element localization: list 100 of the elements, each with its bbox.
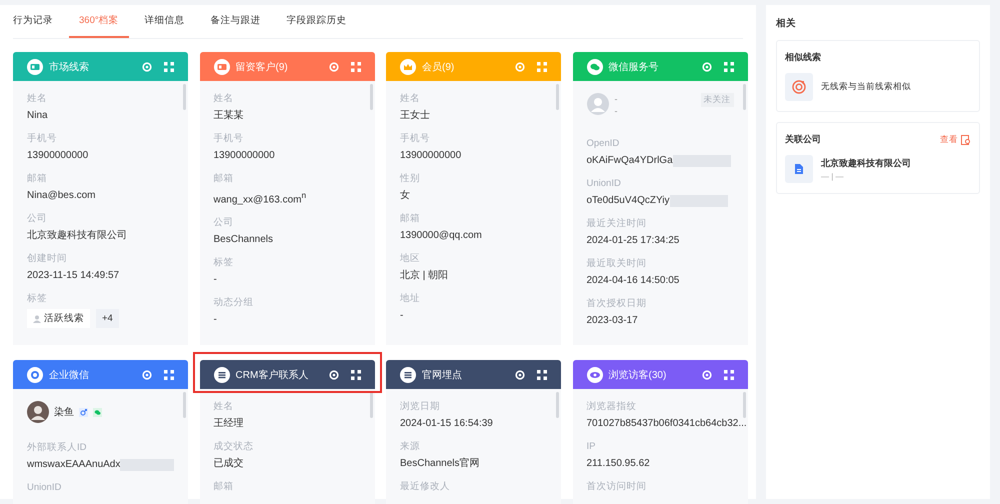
settings-icon[interactable] [702,370,712,380]
contact-name: 染鱼 [54,406,74,419]
field-value: 701027b85437b06f0341cb64cb32... [586,417,747,430]
field-value: 211.150.95.62 [586,457,650,470]
expand-icon[interactable] [537,370,547,380]
settings-icon[interactable] [515,370,525,380]
tab[interactable]: 行为记录 [13,5,63,38]
field-label: 邮箱 [214,173,234,185]
wechat-icon [93,408,102,416]
crown-icon [400,58,416,74]
field-label: 姓名 [214,93,234,105]
expand-icon[interactable] [164,370,174,380]
field-label: 最近关注时间 [586,218,648,230]
tag: +4 [96,309,119,328]
field-label: 浏览日期 [400,401,441,413]
field-value: 北京致趣科技有限公司 [27,229,127,242]
profile-name: - [614,93,618,105]
settings-icon[interactable] [328,370,338,380]
field-value: - [214,273,217,286]
field-value: 北京 | 朝阳 [400,269,448,282]
expand-icon[interactable] [724,370,734,380]
field-value: 2024-04-16 14:50:05 [586,274,680,287]
field-label: 姓名 [27,93,48,105]
card-title: 浏览访客(30) [608,368,668,382]
company-details: — | — [821,172,845,181]
field-value: - [214,313,217,326]
eye-icon [586,366,602,382]
list-icon [214,366,230,382]
expand-icon[interactable] [350,370,360,380]
field-value: wang_xx@163.com$^{n}$ [214,189,306,206]
field-value: 2024-01-15 16:54:39 [400,417,493,430]
field-label: 公司 [214,217,234,230]
field-label: 最近修改人 [400,481,451,493]
company-name: 北京致趣科技有限公司 [821,157,911,170]
field-label: 首次授权日期 [586,298,648,310]
field-label: 来源 [400,441,421,453]
list-icon [400,366,416,382]
field-value: 2023-11-15 14:49:57 [27,269,120,282]
field-value: 2024-01-25 17:34:25 [586,234,680,247]
field-label: 手机号 [27,133,58,145]
field-value: 王经理 [214,417,244,430]
field-value: oKAiFwQa4YDrlGa [586,154,673,167]
field-label: 成交状态 [214,441,254,453]
field-label: 首次访问时间 [586,481,648,493]
field-label: 邮箱 [214,481,234,493]
field-label: 性别 [400,173,421,185]
card-title: 会员(9) [422,60,456,74]
settings-icon[interactable] [142,370,152,380]
field-value: 王女士 [400,109,430,122]
panel-title: 相关 [776,17,797,30]
id-card-icon [27,58,43,74]
field-value: 13900000000 [400,149,462,162]
tag: 活跃线索 [27,309,90,328]
field-label: 邮箱 [27,173,48,185]
field-label: 标签 [27,293,48,305]
id-card-icon [214,58,230,74]
card-title: 关联公司 [785,133,821,146]
field-label: 最近取关时间 [586,258,648,270]
field-label: 姓名 [400,93,421,105]
field-label: UnionID [27,482,62,494]
card-title: 企业微信 [49,368,90,382]
tab[interactable]: 备注与跟进 [200,5,271,38]
field-label: 姓名 [214,401,234,413]
field-label: UnionID [586,178,622,190]
card-title: 市场线索 [49,60,90,74]
tab[interactable]: 字段跟踪历史 [276,5,357,38]
field-value: Nina@bes.com [27,189,96,202]
field-label: 标签 [214,257,234,270]
tab[interactable]: 详细信息 [134,5,195,38]
field-label: 手机号 [400,133,431,145]
field-label: 地区 [400,253,421,265]
field-value: oTe0d5uV4QcZYiy [586,194,670,207]
field-value: 王某某 [214,109,244,122]
card-title: CRM客户联系人 [236,368,310,382]
field-value: 已成交 [214,457,244,470]
field-label: 外部联系人ID [27,442,88,454]
field-label: 手机号 [214,133,244,145]
field-value: BesChannels [214,233,273,246]
card-title: 留资客户(9) [236,60,289,74]
field-label: 地址 [400,293,421,305]
field-label: 浏览器指纹 [586,401,638,413]
field-label: 邮箱 [400,213,421,225]
card-title: 相似线索 [785,51,821,64]
target-icon [792,80,806,94]
field-label: IP [586,441,596,453]
field-label: 动态分组 [214,297,254,310]
field-value: BesChannels官网 [400,457,480,470]
male-icon [79,408,88,416]
avatar-icon [586,93,608,115]
field-value: 2023-03-17 [586,314,638,327]
field-label: 公司 [27,213,48,225]
chat-bubbles-icon [586,58,602,74]
field-value: - [400,309,404,322]
card-title: 官网埋点 [422,368,463,382]
document-search-icon [961,134,971,144]
field-value: wmswaxEAAAnuAdx [27,458,120,471]
building-icon [793,163,805,175]
person-icon [33,314,41,322]
profile-subtitle: - [614,105,618,117]
empty-message: 无线索与当前线索相似 [821,81,911,93]
